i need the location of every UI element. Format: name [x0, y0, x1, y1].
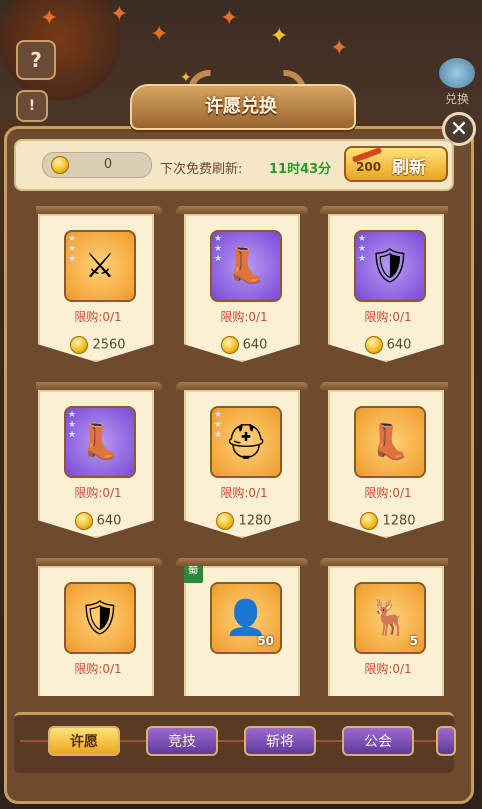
coin-icon — [220, 336, 239, 354]
item-level: 5 — [409, 634, 418, 648]
shop-item-card[interactable]: ★ ★ ★ 👢 限购:0/1 640 — [176, 206, 308, 366]
tab-arena[interactable]: 竞技 — [146, 726, 218, 756]
coin-icon — [360, 512, 379, 530]
purchase-limit: 限购:0/1 — [220, 310, 268, 324]
item-frame[interactable]: ★ ★ ★ 👢 — [210, 230, 282, 302]
exchange-orb-icon — [439, 58, 475, 88]
purchase-limit: 限购:0/1 — [74, 662, 122, 676]
item-frame[interactable]: 🛡 — [64, 582, 136, 654]
maple-leaf-icon: ✦ — [330, 36, 349, 61]
purchase-limit: 限购:0/1 — [74, 310, 122, 324]
page-title: 许愿兑换 — [205, 96, 277, 117]
item-frame[interactable]: ★ ★ ★ ⛑ — [210, 406, 282, 478]
shop-item-card[interactable]: ★ ★ ★ ⛑ 限购:0/1 1280 — [176, 382, 308, 542]
star-rating-icon: ★ ★ ★ — [214, 234, 223, 264]
item-level: 50 — [257, 634, 274, 648]
item-frame[interactable]: 👢 — [354, 406, 426, 478]
refresh-bar: 0 下次免费刷新: 11时43分 200 刷新 — [14, 139, 454, 191]
scroll-paper: 🦌 5 限购:0/1 — [328, 566, 444, 696]
shop-item-card[interactable]: ★ ★ ★ 🛡 限购:0/1 640 — [320, 206, 448, 366]
shop-item-card[interactable]: ★ ★ ★ ⚔ 限购:0/1 2560 — [36, 206, 162, 366]
boots-icon: 👢 — [368, 422, 412, 462]
refresh-button[interactable]: 200 刷新 — [344, 146, 448, 182]
purchase-limit: 限购:0/1 — [364, 310, 412, 324]
boots-icon: 👢 — [224, 246, 268, 286]
star-rating-icon: ★ ★ ★ — [68, 410, 77, 440]
balance-value: 0 — [103, 157, 113, 172]
maple-leaf-icon: ✦ — [150, 22, 169, 47]
maple-leaf-icon: ✦ — [270, 24, 289, 49]
coin-icon — [364, 336, 383, 354]
purchase-limit: 限购:0/1 — [364, 662, 412, 676]
purchase-limit: 限购:0/1 — [74, 486, 122, 500]
tab-slay-general[interactable]: 斩将 — [244, 726, 316, 756]
title-banner: 许愿兑换 — [130, 61, 356, 130]
refresh-label: 下次免费刷新: — [160, 162, 243, 177]
item-price: 1280 — [186, 512, 300, 530]
scroll-paper: 👤 50 蜀 — [184, 566, 300, 696]
refresh-countdown: 11时43分 — [269, 162, 332, 177]
scroll-paper: ★ ★ ★ 👢 限购:0/1 640 — [38, 390, 154, 538]
item-price: 1280 — [330, 512, 444, 530]
star-rating-icon: ★ ★ ★ — [214, 410, 223, 440]
armor-icon: 🛡 — [368, 246, 412, 286]
helmet-icon: ⛑ — [224, 422, 268, 462]
tab-wish[interactable]: 许愿 — [48, 726, 120, 756]
maple-leaf-icon: ✦ — [110, 2, 129, 27]
question-icon[interactable]: ? — [16, 40, 56, 80]
star-rating-icon: ★ ★ ★ — [358, 234, 367, 264]
close-icon: ✕ — [449, 116, 469, 142]
coin-icon — [74, 512, 93, 530]
item-frame[interactable]: 👤 50 — [210, 582, 282, 654]
purchase-limit: 限购:0/1 — [220, 486, 268, 500]
refresh-cost: 200 — [356, 160, 382, 174]
maple-leaf-icon: ✦ — [40, 6, 59, 31]
item-frame[interactable]: ★ ★ ★ 👢 — [64, 406, 136, 478]
item-frame[interactable]: ★ ★ ★ 🛡 — [354, 230, 426, 302]
tab-more[interactable] — [436, 726, 456, 756]
item-price: 640 — [330, 336, 444, 354]
shop-item-card[interactable]: 🦌 5 限购:0/1 — [320, 558, 448, 696]
purchase-limit: 限购:0/1 — [364, 486, 412, 500]
shop-item-card[interactable]: 🛡 限购:0/1 — [36, 558, 162, 696]
scroll-paper: 👢 限购:0/1 1280 — [328, 390, 444, 538]
item-price: 2560 — [40, 336, 154, 354]
coin-icon — [51, 156, 69, 174]
scroll-paper: ★ ★ ★ 🛡 限购:0/1 640 — [328, 214, 444, 362]
refresh-button-label: 刷新 — [392, 158, 426, 178]
scroll-paper: ★ ★ ★ 👢 限购:0/1 640 — [184, 214, 300, 362]
exclamation-icon[interactable]: ! — [16, 90, 48, 122]
weapon-icon: ⚔ — [84, 246, 116, 286]
scroll-paper: 🛡 限购:0/1 — [38, 566, 154, 696]
item-frame[interactable]: ★ ★ ★ ⚔ — [64, 230, 136, 302]
coin-icon — [216, 512, 235, 530]
exchange-shortcut-button[interactable]: 兑换 — [434, 58, 480, 106]
armor-icon: 🛡 — [78, 598, 122, 638]
shop-item-card[interactable]: ★ ★ ★ 👢 限购:0/1 640 — [36, 382, 162, 542]
exchange-shortcut-label: 兑换 — [444, 92, 469, 106]
boots-icon: 👢 — [78, 422, 122, 462]
scroll-paper: ★ ★ ★ ⚔ 限购:0/1 2560 — [38, 214, 154, 362]
item-grid: ★ ★ ★ ⚔ 限购:0/1 2560 ★ ★ ★ 👢 限购:0/1 640 ★ ★ ★ 🛡 — [36, 206, 448, 696]
coin-icon — [70, 336, 89, 354]
item-frame[interactable]: 🦌 5 — [354, 582, 426, 654]
maple-leaf-icon: ✦ — [220, 6, 239, 31]
shop-item-card[interactable]: 👢 限购:0/1 1280 — [320, 382, 448, 542]
item-price: 640 — [40, 512, 154, 530]
hero-portrait-icon: 👤 — [224, 598, 268, 638]
currency-balance: 0 — [42, 152, 152, 178]
shop-item-card[interactable]: 👤 50 蜀 — [176, 558, 308, 696]
scroll-paper: ★ ★ ★ ⛑ 限购:0/1 1280 — [184, 390, 300, 538]
star-rating-icon: ★ ★ ★ — [68, 234, 77, 264]
item-price: 640 — [186, 336, 300, 354]
deer-mount-icon: 🦌 — [368, 598, 412, 638]
tab-guild[interactable]: 公会 — [342, 726, 414, 756]
